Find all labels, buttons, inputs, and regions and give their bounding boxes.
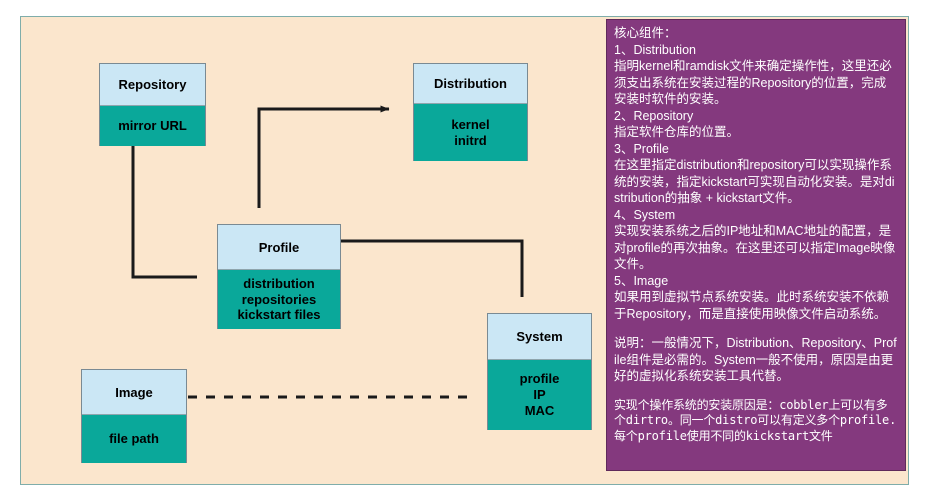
notes-paragraph-1: 指明kernel和ramdisk文件来确定操作性，这里还必须支出系统在安装过程的…: [614, 59, 892, 106]
notes-paragraph-6: 4、System: [614, 207, 676, 222]
node-profile[interactable]: Profile distribution repositories kickst…: [217, 224, 341, 329]
node-system-attribute-2: MAC: [524, 402, 555, 418]
notes-panel: 核心组件： 1、Distribution 指明kernel和ramdisk文件来…: [606, 19, 906, 471]
node-system-title: System: [488, 314, 591, 360]
edge-profile-to-distribution: [257, 105, 390, 208]
node-system-attribute-1: IP: [533, 387, 546, 403]
notes-summary: 实现个操作系统的安装原因是：cobbler上可以有多个dirtro。同一个dis…: [614, 397, 897, 444]
node-distribution[interactable]: Distribution kernel initrd: [413, 63, 528, 161]
diagram-root: Repository mirror URL Distribution kerne…: [0, 0, 931, 502]
notes-paragraph-0: 1、Distribution: [614, 42, 696, 57]
node-profile-title: Profile: [218, 225, 340, 270]
node-system-attribute-0: profile: [519, 371, 560, 387]
node-system[interactable]: System profile IP MAC: [487, 313, 592, 430]
node-image-attribute-0: file path: [109, 431, 159, 447]
notes-paragraph-7: 实现安装系统之后的IP地址和MAC地址的配置，是对profile的再次抽象。在这…: [614, 224, 896, 271]
notes-paragraph-5: 在这里指定distribution和repository可以实现操作系统的安装，…: [614, 158, 895, 205]
node-image-attributes: file path: [82, 415, 186, 463]
edge-system-to-profile: [326, 237, 524, 297]
notes-paragraph-4: 3、Profile: [614, 141, 669, 156]
node-repository[interactable]: Repository mirror URL: [99, 63, 206, 146]
diagram-canvas: Repository mirror URL Distribution kerne…: [20, 16, 909, 485]
node-repository-title: Repository: [100, 64, 205, 106]
node-distribution-attribute-1: initrd: [454, 132, 487, 148]
notes-heading: 核心组件：: [614, 26, 677, 40]
node-image[interactable]: Image file path: [81, 369, 187, 463]
node-profile-attribute-2: kickstart files: [237, 307, 321, 323]
node-distribution-attributes: kernel initrd: [414, 104, 527, 161]
notes-paragraph-9: 如果用到虚拟节点系统安装。此时系统安装不依赖于Repository，而是直接使用…: [614, 290, 890, 321]
node-distribution-attribute-0: kernel: [451, 116, 490, 132]
notes-paragraph-3: 指定软件仓库的位置。: [614, 125, 740, 139]
node-profile-attribute-1: repositories: [241, 291, 317, 307]
edge-profile-to-repository: [129, 132, 197, 279]
notes-paragraph-2: 2、Repository: [614, 108, 694, 123]
node-system-attributes: profile IP MAC: [488, 360, 591, 430]
node-repository-attribute-0: mirror URL: [118, 118, 187, 134]
notes-spacer-1: [614, 322, 898, 335]
notes-spacer-2: [614, 385, 898, 398]
notes-explanation: 说明：一般情况下，Distribution、Repository、Profile…: [614, 336, 897, 383]
node-image-title: Image: [82, 370, 186, 415]
node-profile-attributes: distribution repositories kickstart file…: [218, 270, 340, 329]
node-profile-attribute-0: distribution: [243, 275, 315, 291]
notes-paragraph-8: 5、Image: [614, 273, 669, 288]
node-distribution-title: Distribution: [414, 64, 527, 104]
node-repository-attributes: mirror URL: [100, 106, 205, 146]
